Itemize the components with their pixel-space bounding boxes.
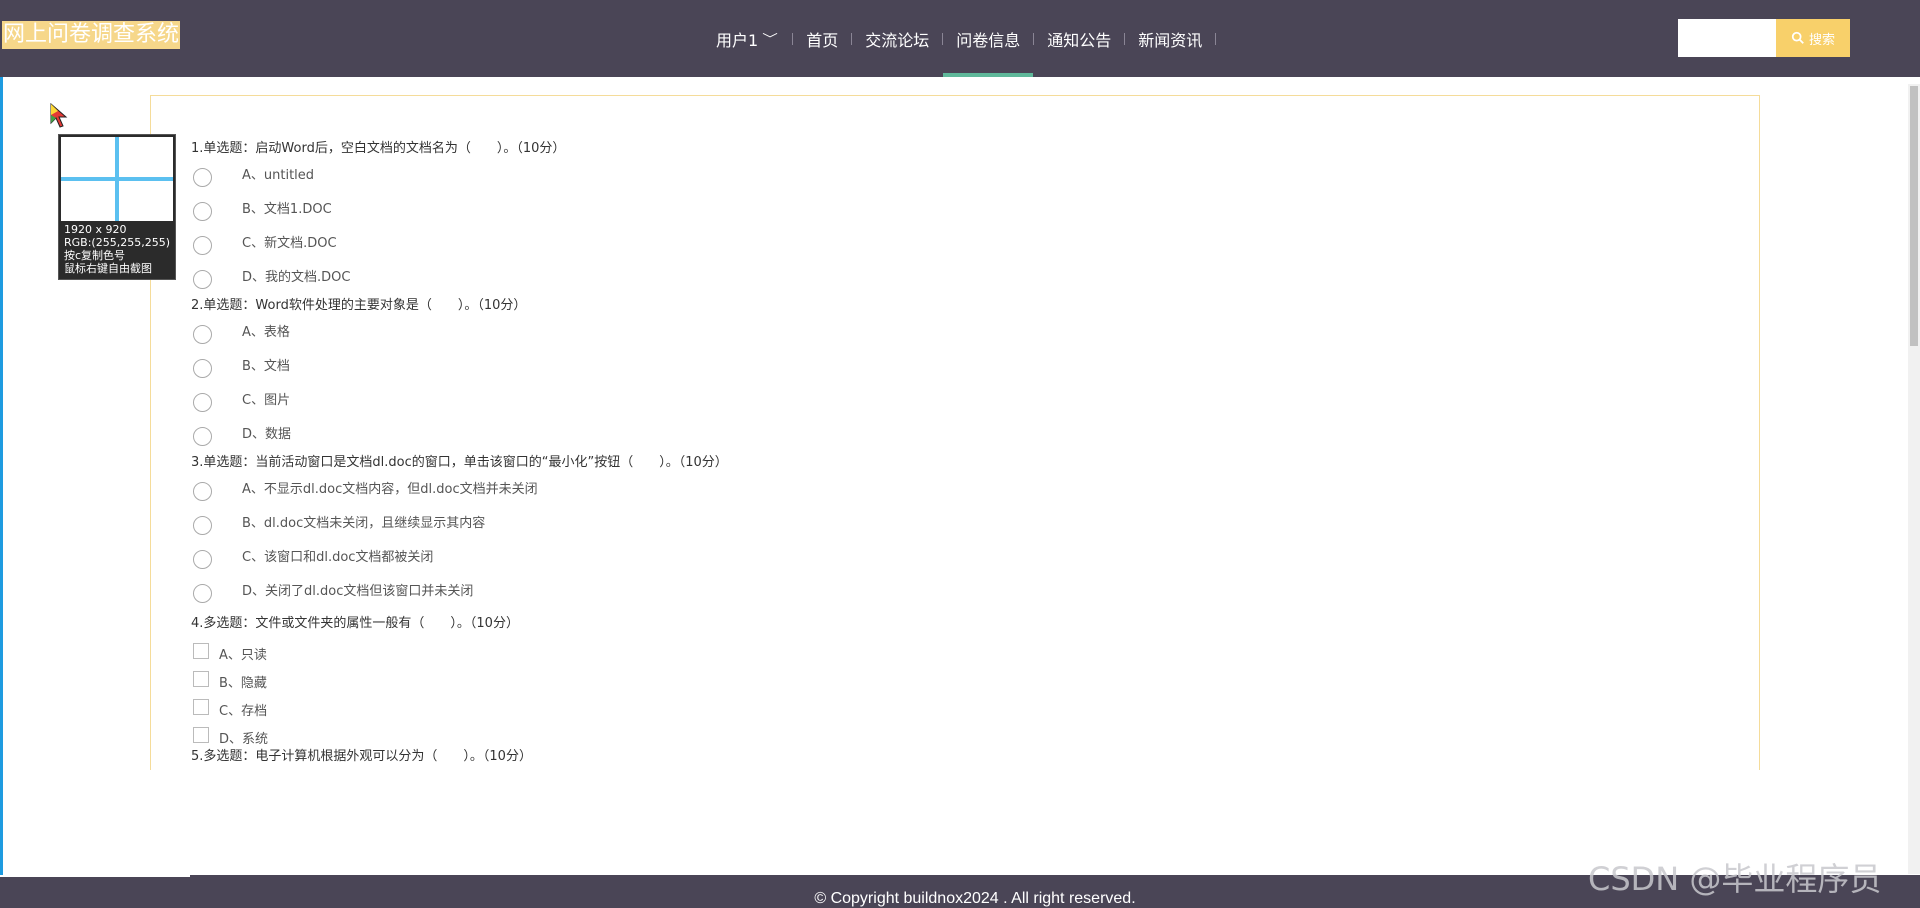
radio-option[interactable]: C、新文档.DOC <box>191 229 1691 263</box>
nav-item-questionnaire[interactable]: 问卷信息 <box>943 0 1034 77</box>
option-label: A、untitled <box>242 168 315 183</box>
magnifier-hint-copy: 按c复制色号 <box>64 249 126 262</box>
checkbox-option[interactable]: C、存档 <box>191 692 1691 720</box>
question-block: 1.单选题：启动Word后，空白文档的文档名为（ ）。（10分） A、untitl… <box>191 140 1691 297</box>
screenshot-magnifier: 1920 x 920 RGB:(255,255,255) 按c复制色号 鼠标右键… <box>58 134 176 280</box>
search-icon <box>1791 31 1804 44</box>
chevron-down-icon: ﹀ <box>762 32 779 46</box>
radio-option[interactable]: D、关闭了dl.doc文档但该窗口并未关闭 <box>191 577 1691 611</box>
site-logo[interactable]: 网上问卷调查系统 <box>2 21 181 49</box>
option-label: C、该窗口和dl.doc文档都被关闭 <box>242 550 434 565</box>
nav-user-menu[interactable]: 用户1 ﹀ <box>703 0 792 77</box>
magnifier-rgb: RGB:(255,255,255) <box>64 236 170 249</box>
radio-option[interactable]: A、不显示dl.doc文档内容，但dl.doc文档并未关闭 <box>191 475 1691 509</box>
checkbox[interactable] <box>193 643 209 659</box>
magnifier-hint-capture: 鼠标右键自由截图 <box>64 262 152 275</box>
question-title: 4.多选题：文件或文件夹的属性一般有（ ）。（10分） <box>191 616 519 631</box>
window-edge <box>0 0 3 908</box>
mouse-cursor-icon <box>50 103 68 128</box>
radio-button[interactable] <box>193 168 212 187</box>
radio-button[interactable] <box>193 236 212 255</box>
question-title: 3.单选题：当前活动窗口是文档dl.doc的窗口，单击该窗口的“最小化”按钮（ … <box>191 455 728 470</box>
option-label: C、存档 <box>219 704 268 719</box>
radio-button[interactable] <box>193 516 212 535</box>
crosshair-vertical <box>115 137 119 221</box>
option-label: D、系统 <box>219 732 269 747</box>
option-label: A、不显示dl.doc文档内容，但dl.doc文档并未关闭 <box>242 482 538 497</box>
question-block: 3.单选题：当前活动窗口是文档dl.doc的窗口，单击该窗口的“最小化”按钮（ … <box>191 454 1691 611</box>
magnifier-info: 1920 x 920 RGB:(255,255,255) 按c复制色号 鼠标右键… <box>64 223 176 275</box>
radio-option[interactable]: D、数据 <box>191 420 1691 454</box>
radio-option[interactable]: B、dl.doc文档未关闭，且继续显示其内容 <box>191 509 1691 543</box>
option-label: B、文档 <box>242 359 290 374</box>
scrollbar-thumb[interactable] <box>1910 86 1918 346</box>
question-block: 4.多选题：文件或文件夹的属性一般有（ ）。（10分） A、只读 B、隐藏 C、存档 D… <box>191 615 1691 748</box>
option-label: B、隐藏 <box>219 676 267 691</box>
option-label: D、关闭了dl.doc文档但该窗口并未关闭 <box>242 584 474 599</box>
footer-accent-line <box>0 875 190 877</box>
radio-option[interactable]: B、文档 <box>191 352 1691 386</box>
option-label: A、表格 <box>242 325 290 340</box>
radio-option[interactable]: A、untitled <box>191 161 1691 195</box>
question-block: 2.单选题：Word软件处理的主要对象是（ ）。（10分） A、表格 B、文档 C、图… <box>191 297 1691 454</box>
magnifier-size: 1920 x 920 <box>64 223 127 236</box>
radio-button[interactable] <box>193 359 212 378</box>
search-button-label: 搜索 <box>1808 32 1835 48</box>
radio-option[interactable]: A、表格 <box>191 318 1691 352</box>
csdn-watermark: CSDN @毕业程序员 <box>1588 860 1882 898</box>
header: 网上问卷调查系统 用户1 ﹀ 首页 交流论坛 问卷信息 通知公告 新闻资讯 搜索 <box>0 0 1920 77</box>
question-block: 5.多选题：电子计算机根据外观可以分为（ ）。（10分） A、巨型机 <box>191 748 1691 770</box>
checkbox-option[interactable]: A、只读 <box>191 636 1691 664</box>
radio-option[interactable]: B、文档1.DOC <box>191 195 1691 229</box>
option-label: B、文档1.DOC <box>242 202 332 217</box>
checkbox[interactable] <box>193 727 209 743</box>
radio-button[interactable] <box>193 325 212 344</box>
question-title: 1.单选题：启动Word后，空白文档的文档名为（ ）。（10分） <box>191 141 566 156</box>
radio-button[interactable] <box>193 427 212 446</box>
radio-option[interactable]: D、我的文档.DOC <box>191 263 1691 297</box>
question-title: 2.单选题：Word软件处理的主要对象是（ ）。（10分） <box>191 298 527 313</box>
option-label: C、新文档.DOC <box>242 236 337 251</box>
checkbox-option[interactable]: B、隐藏 <box>191 664 1691 692</box>
option-label: A、只读 <box>219 648 267 663</box>
radio-button[interactable] <box>193 393 212 412</box>
nav-user-label: 用户1 <box>716 30 759 50</box>
radio-button[interactable] <box>193 270 212 289</box>
search-button[interactable]: 搜索 <box>1776 19 1850 57</box>
nav-item-notices[interactable]: 通知公告 <box>1034 0 1124 77</box>
question-list: 1.单选题：启动Word后，空白文档的文档名为（ ）。（10分） A、untitl… <box>191 140 1691 770</box>
radio-option[interactable]: C、图片 <box>191 386 1691 420</box>
questionnaire-panel: 1.单选题：启动Word后，空白文档的文档名为（ ）。（10分） A、untitl… <box>150 95 1760 770</box>
checkbox[interactable] <box>193 671 209 687</box>
checkbox[interactable] <box>193 699 209 715</box>
option-label: B、dl.doc文档未关闭，且继续显示其内容 <box>242 516 486 531</box>
option-label: D、我的文档.DOC <box>242 270 351 285</box>
page-scrollbar[interactable] <box>1908 84 1920 874</box>
magnifier-view <box>61 137 173 221</box>
nav-item-home[interactable]: 首页 <box>793 0 851 77</box>
radio-button[interactable] <box>193 202 212 221</box>
option-label: C、图片 <box>242 393 291 408</box>
nav-item-news[interactable]: 新闻资讯 <box>1125 0 1215 77</box>
search-input[interactable] <box>1678 19 1776 57</box>
checkbox-option[interactable]: A、巨型机 <box>191 769 1691 770</box>
radio-button[interactable] <box>193 550 212 569</box>
question-title: 5.多选题：电子计算机根据外观可以分为（ ）。（10分） <box>191 749 532 764</box>
radio-option[interactable]: C、该窗口和dl.doc文档都被关闭 <box>191 543 1691 577</box>
option-label: D、数据 <box>242 427 292 442</box>
nav-divider <box>1215 32 1217 45</box>
nav-item-forum[interactable]: 交流论坛 <box>852 0 942 77</box>
radio-button[interactable] <box>193 482 212 501</box>
main-nav: 用户1 ﹀ 首页 交流论坛 问卷信息 通知公告 新闻资讯 <box>703 0 1217 77</box>
checkbox-option[interactable]: D、系统 <box>191 720 1691 748</box>
radio-button[interactable] <box>193 584 212 603</box>
